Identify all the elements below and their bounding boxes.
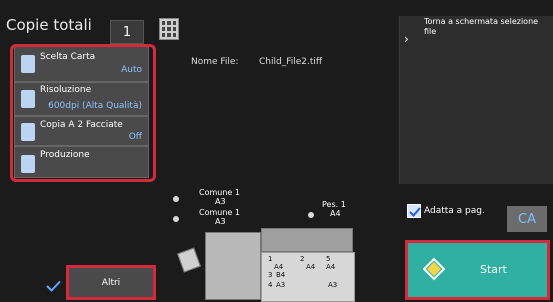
check-icon — [409, 207, 421, 217]
checkmark-icon — [46, 280, 61, 292]
return-to-file-selection-link[interactable]: Torna a schermata selezione file — [424, 17, 544, 36]
bypass-tray-size: A4 — [330, 209, 341, 218]
keypad-icon[interactable] — [159, 18, 179, 40]
drawer-number: 2 — [300, 255, 305, 263]
file-name-value: Child_File2.tiff — [259, 57, 323, 67]
tray1-size: A3 — [215, 197, 226, 206]
copies-total-label: Copie totali — [6, 16, 92, 34]
fit-page-checkbox[interactable] — [407, 204, 421, 218]
tray1-label: Comune 1 — [199, 188, 240, 197]
clear-all-button[interactable]: CA — [507, 206, 547, 232]
drawer-size: B4 — [276, 271, 286, 279]
drawer-size: A3 — [276, 281, 286, 289]
start-button[interactable]: Start — [405, 240, 550, 300]
paper-drawers: 1 A4 2 A4 3 B4 4 A3 5 A4 A3 — [261, 252, 355, 302]
copier-body — [205, 232, 261, 300]
file-selection-panel — [399, 16, 553, 184]
drawer-number: 3 — [268, 271, 273, 279]
copier-tray-diagram: Comune 1 A3 Comune 1 A3 Pes. 1 A4 1 A4 2… — [173, 188, 365, 302]
drawer-number: 4 — [268, 281, 273, 289]
tray2-label: Comune 1 — [199, 208, 240, 217]
drawer-number: 5 — [326, 255, 331, 263]
tray-indicator-icon — [173, 216, 179, 222]
copies-count-field[interactable]: 1 — [110, 20, 144, 44]
start-label: Start — [480, 263, 507, 276]
tray-indicator-icon — [308, 212, 314, 218]
settings-highlight-box — [10, 44, 156, 182]
drawer-size: A4 — [326, 263, 336, 271]
output-tray-icon — [177, 247, 201, 273]
bypass-tray-label: Pes. 1 — [322, 200, 346, 209]
drawer-number: 1 — [268, 255, 273, 263]
tray2-size: A3 — [215, 217, 226, 226]
tray-indicator-icon — [173, 196, 179, 202]
chevron-right-icon[interactable]: › — [404, 32, 409, 46]
file-name-label: Nome File: — [191, 57, 239, 67]
fit-page-label: Adatta a pag. — [424, 206, 485, 216]
drawer-size: A4 — [306, 263, 316, 271]
drawer-size: A3 — [328, 281, 338, 289]
drawer-size: A4 — [274, 263, 284, 271]
scanner-unit — [261, 228, 353, 252]
more-options-button[interactable]: Altri — [66, 265, 156, 300]
